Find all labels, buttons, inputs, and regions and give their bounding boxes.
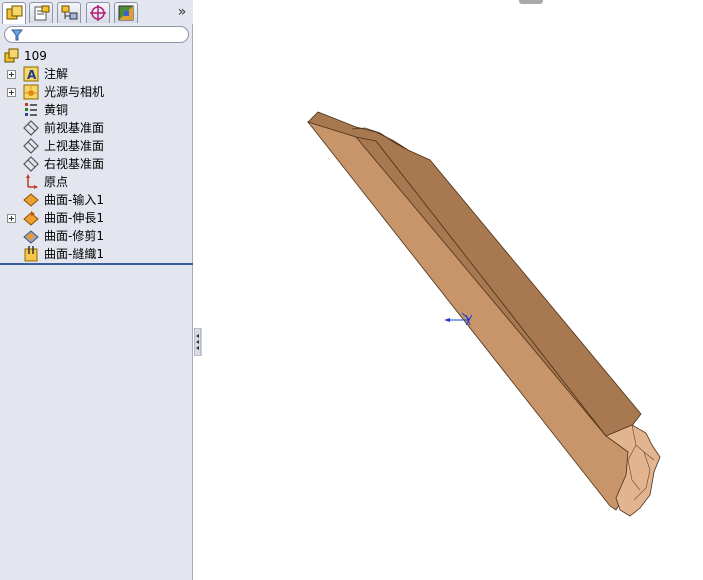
- tree-item-label: 上视基准面: [44, 139, 105, 153]
- tree-item-right-plane[interactable]: 右视基准面: [0, 155, 193, 173]
- tree-root-label: 109: [24, 49, 47, 63]
- tree-item-annotations[interactable]: A 注解: [0, 65, 193, 83]
- tab-display-manager[interactable]: [114, 2, 138, 23]
- tree-root-part[interactable]: 109: [0, 47, 193, 65]
- graphics-area[interactable]: [198, 0, 703, 580]
- tree-item-surface-trim[interactable]: 曲面-修剪1: [0, 227, 193, 245]
- tree-item-label: 黄铜: [44, 103, 69, 117]
- expand-panel-button[interactable]: »: [174, 2, 190, 22]
- tree-item-surface-extend[interactable]: 曲面-伸長1: [0, 209, 193, 227]
- plane-icon: [23, 156, 39, 172]
- svg-text:A: A: [27, 68, 37, 82]
- tab-propertymanager[interactable]: [29, 2, 53, 23]
- featuremanager-icon: [6, 5, 23, 20]
- tab-dimxpert[interactable]: [86, 2, 110, 23]
- tree-item-surface-knit[interactable]: 曲面-縫織1: [0, 245, 193, 263]
- filter-icon: [11, 29, 23, 41]
- tree-item-label: 曲面-修剪1: [44, 229, 104, 243]
- tree-item-label: 曲面-伸長1: [44, 211, 104, 225]
- feature-manager-panel: » 109 A 注解 光源与相机 黄铜 前视基准面 上视基准面 右视基准面 原点…: [0, 0, 193, 580]
- material-icon: [25, 103, 37, 116]
- origin-icon: [26, 174, 38, 189]
- surface-knit-icon: [24, 246, 38, 262]
- tree-item-label: 光源与相机: [44, 85, 105, 99]
- tree-item-lights-cameras[interactable]: 光源与相机: [0, 83, 193, 101]
- dimxpert-icon: [90, 5, 106, 21]
- tree-item-material[interactable]: 黄铜: [0, 101, 193, 119]
- feature-filter-input[interactable]: [4, 26, 189, 43]
- manager-tab-bar: »: [0, 0, 193, 24]
- expand-toggle[interactable]: [7, 88, 16, 97]
- part-front-face: [306, 121, 641, 511]
- tree-item-front-plane[interactable]: 前视基准面: [0, 119, 193, 137]
- tree-item-label: 曲面-縫織1: [44, 247, 104, 261]
- tree-item-origin[interactable]: 原点: [0, 173, 193, 191]
- surface-import-icon: [23, 193, 39, 207]
- tree-item-label: 右视基准面: [44, 157, 105, 171]
- tree-item-surface-import[interactable]: 曲面-输入1: [0, 191, 193, 209]
- surface-trim-icon: [23, 230, 39, 244]
- display-manager-icon: [118, 5, 134, 21]
- surface-extend-icon: [23, 211, 39, 226]
- tab-featuremanager[interactable]: [2, 2, 26, 24]
- propertymanager-icon: [34, 5, 50, 21]
- part-icon: [4, 48, 19, 63]
- tree-item-label: 原点: [44, 175, 69, 189]
- configurationmanager-icon: [61, 5, 78, 20]
- expand-toggle[interactable]: [7, 70, 16, 79]
- plane-icon: [23, 138, 39, 154]
- expand-toggle[interactable]: [7, 214, 16, 223]
- rollback-bar[interactable]: [0, 263, 193, 265]
- tree-item-top-plane[interactable]: 上视基准面: [0, 137, 193, 155]
- tab-configurationmanager[interactable]: [57, 2, 81, 23]
- lights-cameras-icon: [23, 84, 39, 100]
- annotation-icon: A: [23, 66, 39, 82]
- tree-item-label: 注解: [44, 67, 69, 81]
- plane-icon: [23, 120, 39, 136]
- tree-item-label: 前视基准面: [44, 121, 105, 135]
- tree-item-label: 曲面-输入1: [44, 193, 104, 207]
